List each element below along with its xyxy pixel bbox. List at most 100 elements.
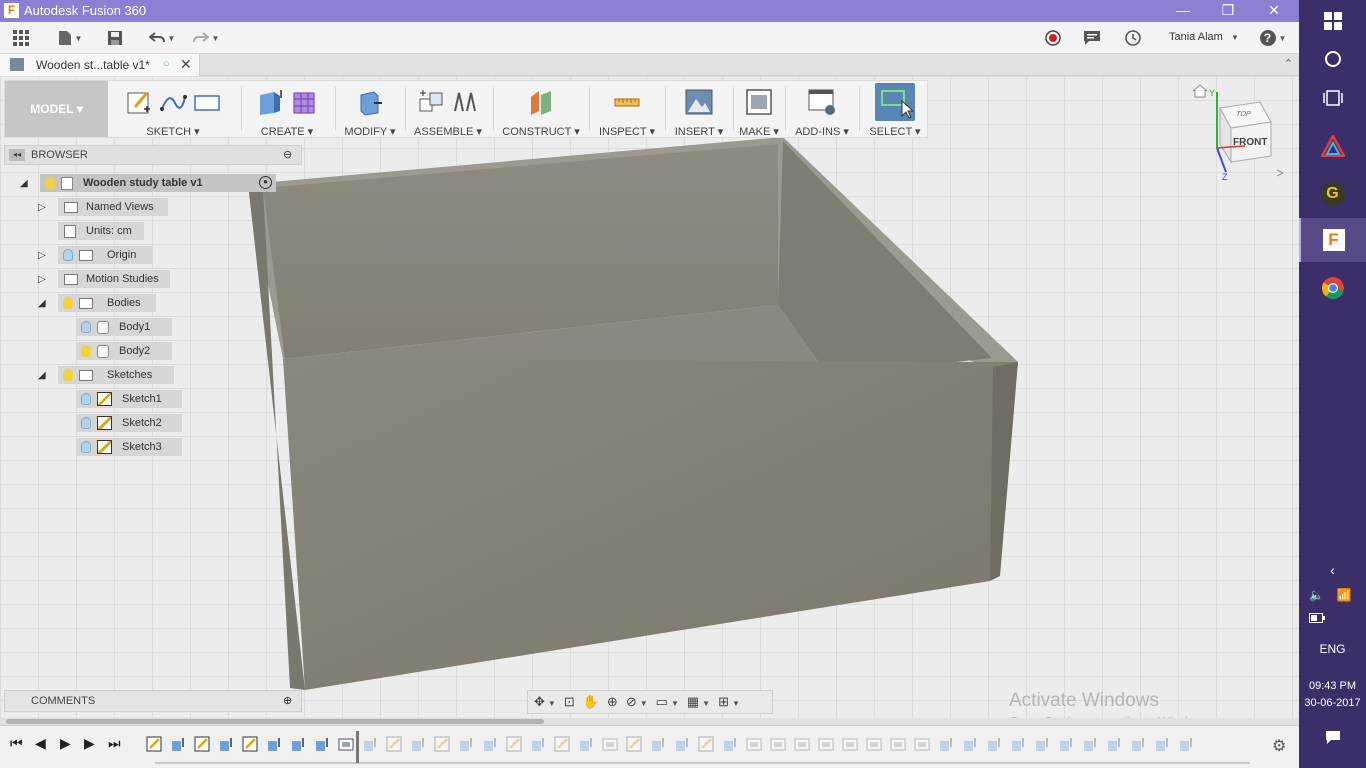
undo-icon[interactable]: ▼ [146,28,178,48]
timeline-feature-extrude-icon[interactable] [674,736,690,752]
scrollbar-thumb[interactable] [6,719,544,724]
timeline-feature-extrude-icon[interactable] [1130,736,1146,752]
sketch-menu-label[interactable]: SKETCH ▾ [111,125,235,138]
make-group[interactable]: MAKE ▾ [737,81,781,138]
close-tab-button[interactable]: ✕ [180,56,192,73]
record-icon[interactable] [1044,28,1062,48]
timeline-feature-extrude-icon[interactable] [938,736,954,752]
timeline-settings-gear-icon[interactable]: ⚙ [1272,736,1286,756]
timeline-feature-sketch-icon[interactable] [194,736,210,752]
timeline-feature-extrude-icon[interactable] [266,736,282,752]
visibility-bulb-icon[interactable] [63,369,73,381]
timeline-feature-extrude-icon[interactable] [1178,736,1194,752]
app-g-icon[interactable]: G [1299,180,1366,208]
modify-menu-label[interactable]: MODIFY ▾ [339,125,401,138]
assemble-group[interactable]: ASSEMBLE ▾ [409,81,487,138]
clock-time[interactable]: 09:43 PM [1299,680,1366,696]
visibility-bulb-icon[interactable] [81,345,91,357]
fit-zoom-icon[interactable]: ⊘ ▼ [626,694,648,710]
timeline-feature-extrude-icon[interactable] [170,736,186,752]
timeline-feature-sketch-icon[interactable] [434,736,450,752]
collapse-ribbon-icon[interactable]: ⌃ [1284,57,1293,70]
timeline-marker[interactable] [356,731,359,763]
look-at-icon[interactable]: ⊡ [564,694,575,710]
timeline-feature-sketch-icon[interactable] [506,736,522,752]
add-ins-menu-label[interactable]: ADD-INS ▾ [789,125,855,138]
pan-hand-icon[interactable]: ✋ [583,694,599,710]
timeline-feature-extrude-icon[interactable] [290,736,306,752]
autodesk-app-icon[interactable] [1299,133,1366,161]
timeline-feature-body-icon[interactable] [602,736,618,752]
visibility-bulb-icon[interactable] [63,249,73,261]
help-icon[interactable]: ? ▼ [1258,28,1288,48]
view-cube[interactable]: FRONT TOP Y Z [1205,88,1285,183]
timeline-feature-sketch-icon[interactable] [242,736,258,752]
modify-group[interactable]: MODIFY ▾ [339,81,401,138]
zoom-icon[interactable]: ⊕ [607,694,618,710]
construct-menu-label[interactable]: CONSTRUCT ▾ [497,125,585,138]
data-panel-grid-icon[interactable] [12,28,30,48]
battery-icon[interactable] [1299,612,1366,630]
timeline-feature-extrude-icon[interactable] [218,736,234,752]
timeline-feature-body-icon[interactable] [794,736,810,752]
play-icon[interactable]: ▶ [60,735,71,752]
visibility-bulb-icon[interactable] [81,393,91,405]
viewports-icon[interactable]: ⊞ ▼ [718,694,740,710]
timeline-feature-extrude-icon[interactable] [1154,736,1170,752]
view-cube-top-label[interactable]: TOP [1235,111,1252,118]
timeline-feature-extrude-icon[interactable] [314,736,330,752]
inspect-group[interactable]: INSPECT ▾ [593,81,661,138]
view-cube-front-label[interactable]: FRONT [1233,137,1267,148]
browser-minimize-icon[interactable]: ⊖ [283,148,292,161]
history-clock-icon[interactable] [1124,28,1142,48]
collapse-triangle-icon[interactable]: ◢ [38,298,46,309]
horizontal-scrollbar[interactable] [0,718,1299,725]
show-hidden-icons-chevron-icon[interactable]: ‹ [1299,562,1366,582]
timeline-feature-extrude-icon[interactable] [962,736,978,752]
start-windows-icon[interactable] [1299,8,1366,34]
step-forward-icon[interactable]: ▶ [84,735,95,752]
timeline-feature-extrude-icon[interactable] [482,736,498,752]
action-center-icon[interactable] [1299,730,1366,750]
timeline-feature-extrude-icon[interactable] [578,736,594,752]
go-to-end-icon[interactable]: ⏭ [108,735,121,752]
timeline-feature-extrude-icon[interactable] [1082,736,1098,752]
timeline-feature-extrude-icon[interactable] [362,736,378,752]
visibility-bulb-icon[interactable] [81,417,91,429]
minimize-button[interactable]: — [1160,0,1206,22]
timeline-feature-body-icon[interactable] [890,736,906,752]
create-group[interactable]: CREATE ▾ [245,81,329,138]
select-group[interactable]: SELECT ▾ [863,81,927,138]
go-to-start-icon[interactable]: ⏮ [10,735,23,752]
timeline-feature-sketch-icon[interactable] [386,736,402,752]
save-icon[interactable] [106,28,124,48]
file-menu-icon[interactable]: ▼ [55,28,85,48]
maximize-button[interactable]: ❐ [1205,0,1251,22]
fusion-360-task-icon[interactable]: F [1299,218,1366,262]
collapse-triangle-icon[interactable]: ◢ [38,370,46,381]
timeline-feature-sketch-icon[interactable] [698,736,714,752]
close-window-button[interactable]: ✕ [1251,0,1297,22]
user-menu-chevron-icon[interactable]: ▼ [1231,33,1239,42]
timeline-feature-body-icon[interactable] [866,736,882,752]
timeline-feature-extrude-icon[interactable] [722,736,738,752]
workspace-switcher[interactable]: MODEL ▾ [5,81,108,137]
job-status-icon[interactable] [1083,28,1101,48]
make-menu-label[interactable]: MAKE ▾ [737,125,781,138]
orbit-icon[interactable]: ✥ ▼ [534,694,556,710]
timeline-feature-extrude-icon[interactable] [1106,736,1122,752]
wifi-icon[interactable]: 📶 [1329,588,1359,606]
timeline-feature-sketch-icon[interactable] [146,736,162,752]
expand-triangle-icon[interactable]: ▷ [38,274,46,285]
insert-group[interactable]: INSERT ▾ [669,81,729,138]
timeline-feature-body-icon[interactable] [746,736,762,752]
clock-date[interactable]: 30-06-2017 [1299,697,1366,713]
select-menu-label[interactable]: SELECT ▾ [863,125,927,138]
language-indicator[interactable]: ENG [1299,642,1366,658]
timeline-feature-sketch-icon[interactable] [554,736,570,752]
timeline-feature-extrude-icon[interactable] [1010,736,1026,752]
expand-triangle-icon[interactable]: ▷ [38,250,46,261]
timeline-feature-body-icon[interactable] [338,736,354,752]
display-settings-icon[interactable]: ▭ ▼ [656,694,679,710]
collapse-triangle-icon[interactable]: ◢ [20,178,28,189]
